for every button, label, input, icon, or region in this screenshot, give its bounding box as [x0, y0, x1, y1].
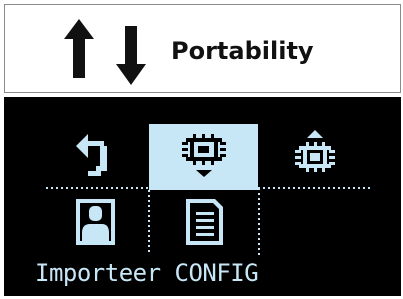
device-screen: Importeer CONFIG [4, 97, 401, 296]
header-panel: Portability [4, 4, 401, 93]
up-down-arrows-icon [64, 19, 146, 85]
menu-caption: Importeer CONFIG [35, 259, 259, 287]
page-title: Portability [171, 37, 314, 65]
